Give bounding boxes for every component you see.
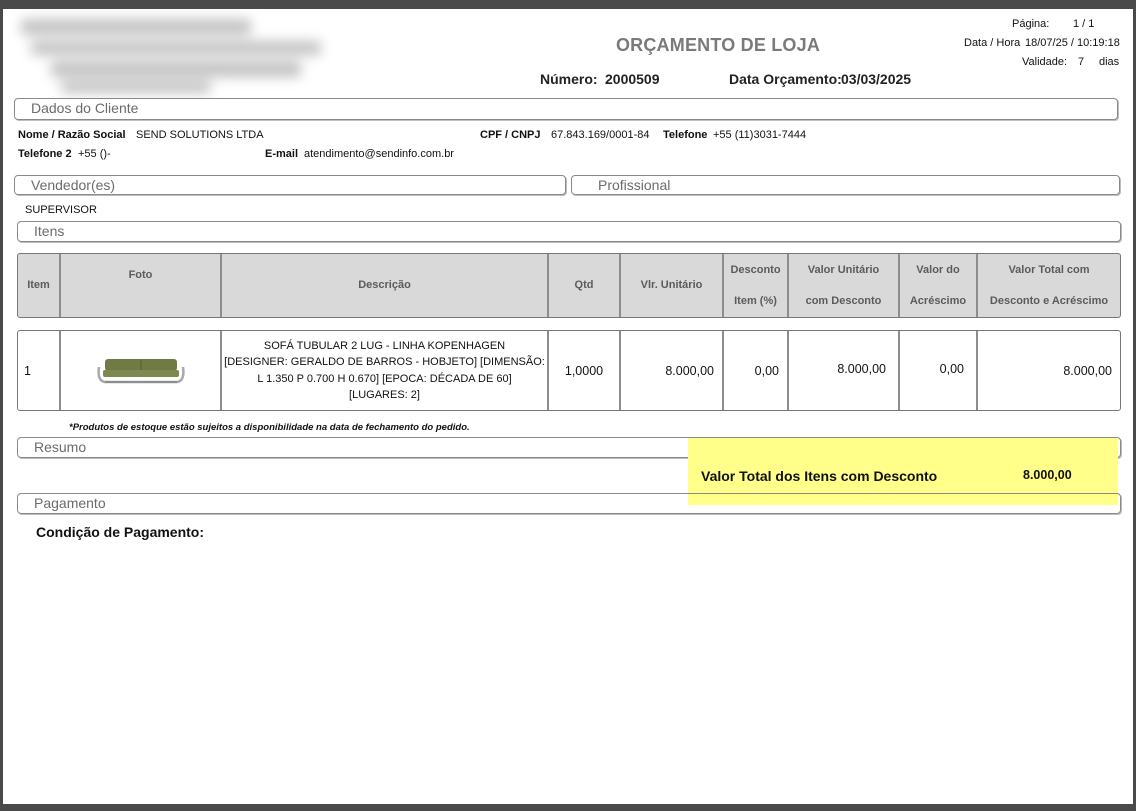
- telefone2-value: +55 ()-: [78, 148, 111, 160]
- col-header-desconto-l2: Item (%): [734, 294, 777, 307]
- items-table-header: Item Foto Descrição Qtd Vlr. Unitário De…: [17, 253, 1121, 318]
- condicao-pagamento-label: Condição de Pagamento:: [36, 524, 205, 540]
- email-label: E-mail: [265, 148, 299, 160]
- stock-note: *Produtos de estoque estão sujeitos a di…: [69, 422, 470, 433]
- pagina-value: 1 / 1: [1073, 18, 1095, 30]
- col-header-total-l1: Valor Total com: [1008, 263, 1090, 276]
- datahora-value: 18/07/25 / 10:19:18: [1025, 37, 1120, 49]
- col-header-qtd: Qtd: [549, 254, 621, 317]
- company-logo-blurred: [11, 13, 371, 97]
- col-header-total: Valor Total com Desconto e Acréscimo: [978, 254, 1120, 317]
- telefone2-label: Telefone 2: [18, 148, 72, 160]
- cell-foto: [61, 331, 222, 410]
- nome-label: Nome / Razão Social: [18, 129, 126, 141]
- col-header-vu-desconto-l2: com Desconto: [805, 294, 882, 307]
- nome-value: SEND SOLUTIONS LTDA: [136, 129, 264, 141]
- cell-vu-desconto: 8.000,00: [789, 331, 900, 410]
- descricao-line-3: L 1.350 P 0.700 H 0.670] [EPOCA: DÉCADA …: [257, 372, 512, 385]
- col-header-acrescimo-l2: Acréscimo: [909, 294, 967, 307]
- cell-total: 8.000,00: [1063, 363, 1112, 378]
- table-row: 1 SOFÁ TUBULAR 2 LUG - LINHA KOPENHAGEN …: [17, 330, 1121, 411]
- col-header-vlr-unitario: Vlr. Unitário: [621, 254, 724, 317]
- cpf-value: 67.843.169/0001-84: [551, 129, 650, 141]
- section-profissional: Profissional: [571, 175, 1120, 195]
- cpf-label: CPF / CNPJ: [480, 129, 541, 141]
- col-header-vu-desconto: Valor Unitário com Desconto: [789, 254, 900, 317]
- email-value: atendimento@sendinfo.com.br: [304, 148, 454, 160]
- section-dados-cliente: Dados do Cliente: [14, 98, 1118, 120]
- cell-descricao: SOFÁ TUBULAR 2 LUG - LINHA KOPENHAGEN [D…: [222, 331, 549, 410]
- section-pagamento: Pagamento: [17, 493, 1121, 514]
- section-itens: Itens: [17, 221, 1121, 242]
- col-header-total-l2: Desconto e Acréscimo: [989, 294, 1109, 307]
- descricao-line-1: SOFÁ TUBULAR 2 LUG - LINHA KOPENHAGEN: [263, 339, 506, 352]
- numero-label: Número:: [540, 71, 598, 87]
- col-header-acrescimo: Valor do Acréscimo: [900, 254, 978, 317]
- data-orcamento-value: 03/03/2025: [841, 71, 912, 87]
- validade-value: 7: [1078, 56, 1085, 68]
- col-header-acrescimo-l1: Valor do: [916, 263, 960, 276]
- total-label: Valor Total dos Itens com Desconto: [701, 468, 938, 484]
- total-value: 8.000,00: [1023, 468, 1072, 482]
- cell-desconto: 0,00: [724, 331, 789, 410]
- col-header-item: Item: [18, 254, 61, 317]
- cell-item: 1: [18, 331, 61, 410]
- descricao-line-2: [DESIGNER: GERALDO DE BARROS - HOBJETO] …: [224, 356, 545, 368]
- numero-value: 2000509: [605, 71, 660, 87]
- col-header-desconto: Desconto Item (%): [724, 254, 789, 317]
- cell-qtd: 1,0000: [549, 331, 621, 410]
- datahora-label: Data / Hora: [964, 37, 1021, 49]
- data-orcamento-label: Data Orçamento:: [729, 71, 842, 87]
- cell-vlr-unitario: 8.000,00: [621, 331, 724, 410]
- col-header-descricao: Descrição: [222, 254, 549, 317]
- validade-unit: dias: [1099, 56, 1120, 68]
- telefone-value: +55 (11)3031-7444: [713, 129, 807, 141]
- col-header-vu-desconto-l1: Valor Unitário: [807, 263, 880, 276]
- cell-acrescimo: 0,00: [900, 331, 978, 410]
- document-title: ORÇAMENTO DE LOJA: [615, 35, 821, 55]
- validade-label: Validade:: [1022, 56, 1068, 68]
- col-header-foto: Foto: [61, 254, 222, 317]
- sofa-product-image: [96, 358, 185, 383]
- descricao-line-4: [LUGARES: 2]: [349, 389, 420, 401]
- vendedor-name: SUPERVISOR: [25, 204, 97, 216]
- pagina-label: Página:: [1012, 18, 1050, 30]
- col-header-desconto-l1: Desconto: [730, 263, 781, 276]
- telefone-label: Telefone: [663, 129, 708, 141]
- section-vendedores: Vendedor(es): [14, 175, 566, 195]
- document-page: ORÇAMENTO DE LOJA Página: 1 / 1 Data / H…: [3, 9, 1133, 804]
